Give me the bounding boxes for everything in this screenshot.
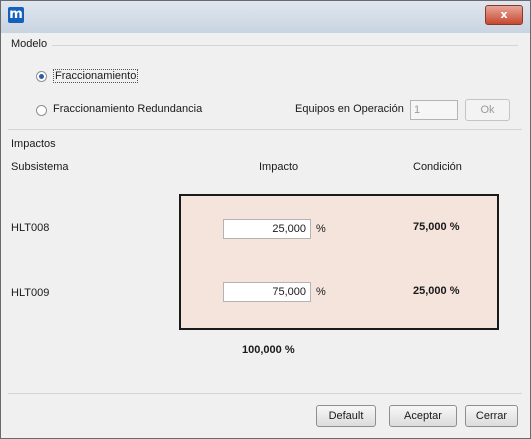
close-button[interactable]: x — [485, 5, 523, 25]
modelo-group-line — [52, 45, 518, 46]
impacto-input-hlt008[interactable]: 25,000 — [223, 219, 311, 239]
impactos-legend: Impactos — [11, 138, 56, 150]
radio-fraccionamiento-redundancia-label[interactable]: Fraccionamiento Redundancia — [53, 103, 202, 115]
condicion-hlt008: 75,000 % — [413, 221, 460, 233]
impacto-unit-hlt008: % — [316, 223, 326, 235]
modelo-legend: Modelo — [11, 38, 48, 50]
equipos-en-operacion-label: Equipos en Operación — [295, 103, 404, 115]
close-icon: x — [500, 8, 508, 21]
subsistema-hlt009: HLT009 — [11, 287, 50, 299]
radio-fraccionamiento-label[interactable]: Fraccionamiento — [53, 69, 139, 83]
dialog-content: Modelo Fraccionamiento Fraccionamiento R… — [8, 34, 522, 432]
header-impacto: Impacto — [259, 161, 299, 173]
radio-fraccionamiento-redundancia[interactable] — [36, 105, 47, 116]
footer-separator — [8, 393, 522, 394]
impacto-total: 100,000 % — [242, 344, 295, 356]
radio-fraccionamiento[interactable] — [36, 71, 47, 82]
impacto-unit-hlt009: % — [316, 286, 326, 298]
default-button[interactable]: Default — [316, 405, 376, 427]
header-condicion: Condición — [413, 161, 462, 173]
header-subsistema: Subsistema — [11, 161, 69, 173]
title-bar[interactable]: m x — [1, 1, 530, 33]
separator — [8, 129, 522, 130]
equipos-en-operacion-input[interactable]: 1 — [410, 100, 458, 120]
subsistema-hlt008: HLT008 — [11, 222, 50, 234]
impacto-input-hlt009[interactable]: 75,000 — [223, 282, 311, 302]
dialog-window: m x Modelo Fraccionamiento Fraccionamien… — [0, 0, 531, 439]
cerrar-button[interactable]: Cerrar — [465, 405, 518, 427]
ok-button[interactable]: Ok — [465, 99, 510, 121]
app-logo-icon: m — [8, 7, 24, 23]
aceptar-button[interactable]: Aceptar — [389, 405, 457, 427]
condicion-hlt009: 25,000 % — [413, 285, 460, 297]
impact-panel — [179, 194, 499, 330]
